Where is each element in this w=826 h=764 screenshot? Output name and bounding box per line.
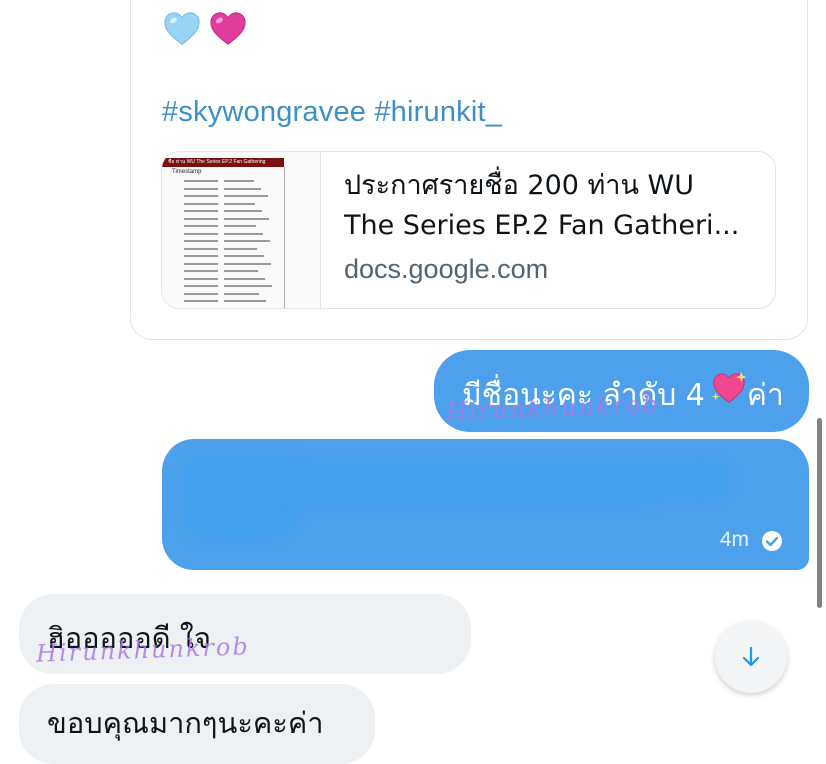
thumbnail-row-line	[224, 232, 263, 235]
thumbnail-row-line	[184, 300, 218, 302]
thumbnail-row-line	[184, 180, 218, 182]
pink-heart-icon	[210, 12, 246, 45]
thumbnail-row-line	[184, 217, 218, 220]
thumbnail-row-line	[224, 292, 259, 295]
check-circle-icon	[762, 531, 782, 551]
thumbnail-row-line	[224, 255, 264, 257]
thumbnail-row-line	[184, 277, 218, 280]
thumbnail-row-line	[224, 277, 265, 280]
link-title-line2: The Series EP.2 Fan Gatheri...	[344, 210, 740, 241]
emoji-row	[163, 10, 247, 48]
message-timestamp: 4m	[719, 528, 749, 551]
scrollbar[interactable]	[817, 418, 822, 608]
thumbnail-row-line	[184, 195, 218, 197]
thumbnail-row-line	[224, 217, 269, 220]
thumbnail-row-line	[184, 247, 218, 250]
thumbnail-row-line	[224, 247, 257, 250]
thumbnail-row-line	[184, 232, 218, 235]
message-text-main: มีชื่อนะคะ ลำดับ 4	[462, 378, 705, 413]
light-blue-heart-icon	[164, 12, 200, 45]
message-text-suffix: ค่า	[746, 378, 784, 413]
thumbnail-row-line	[224, 187, 261, 190]
redacted-text	[292, 485, 652, 509]
message-text: ฮิอออออดี ใจ	[47, 621, 211, 655]
thumbnail-header-text: ชื่อ ท่าน WU The Series EP.2 Fan Gatheri…	[168, 159, 266, 165]
thumbnail-row-line	[184, 210, 218, 212]
scroll-to-bottom-button[interactable]	[715, 621, 787, 693]
link-domain: docs.google.com	[344, 254, 549, 284]
thumbnail-row-line	[224, 195, 268, 197]
link-preview-card[interactable]: ชื่อ ท่าน WU The Series EP.2 Fan Gatheri…	[161, 151, 776, 309]
arrow-down-icon	[742, 646, 760, 667]
thumbnail-row-line	[184, 202, 218, 205]
thumbnail-row-line	[224, 210, 262, 212]
thumbnail-row-line	[184, 225, 218, 227]
document-thumbnail: ชื่อ ท่าน WU The Series EP.2 Fan Gatheri…	[162, 152, 321, 308]
post-hashtags[interactable]: #skywongravee #hirunkit_	[162, 96, 502, 129]
thumbnail-row-line	[224, 300, 266, 302]
thumbnail-row-line	[224, 240, 270, 242]
thumbnail-row-line	[184, 255, 218, 257]
incoming-message-bubble[interactable]: ฮิอออออดี ใจ	[19, 594, 471, 674]
thumbnail-row-line	[184, 262, 218, 265]
outgoing-message-bubble-redacted[interactable]: 4m	[162, 439, 809, 570]
incoming-message-bubble[interactable]: ขอบคุณมากๆนะคะค่า	[19, 684, 375, 764]
thumbnail-column-header: Timestamp	[172, 169, 202, 175]
message-text: ขอบคุณมากๆนะคะค่า	[47, 706, 324, 740]
thumbnail-row-line	[184, 187, 218, 190]
link-title-line1: ประกาศรายชื่อ 200 ท่าน WU	[344, 170, 694, 201]
thumbnail-row-line	[184, 285, 218, 287]
thumbnail-row-line	[224, 262, 271, 265]
thumbnail-row-line	[184, 292, 218, 295]
thumbnail-row-line	[224, 180, 254, 182]
thumbnail-row-line	[224, 285, 272, 287]
sparkling-heart-icon	[711, 371, 747, 403]
thumbnail-row-line	[224, 270, 258, 272]
outgoing-message-bubble[interactable]: มีชื่อนะคะ ลำดับ 4 ค่า	[434, 350, 809, 432]
thumbnail-row-line	[184, 240, 218, 242]
thumbnail-row-line	[224, 202, 255, 205]
redacted-text	[192, 509, 282, 541]
thumbnail-row-line	[224, 225, 256, 227]
thumbnail-row-line	[184, 270, 218, 272]
